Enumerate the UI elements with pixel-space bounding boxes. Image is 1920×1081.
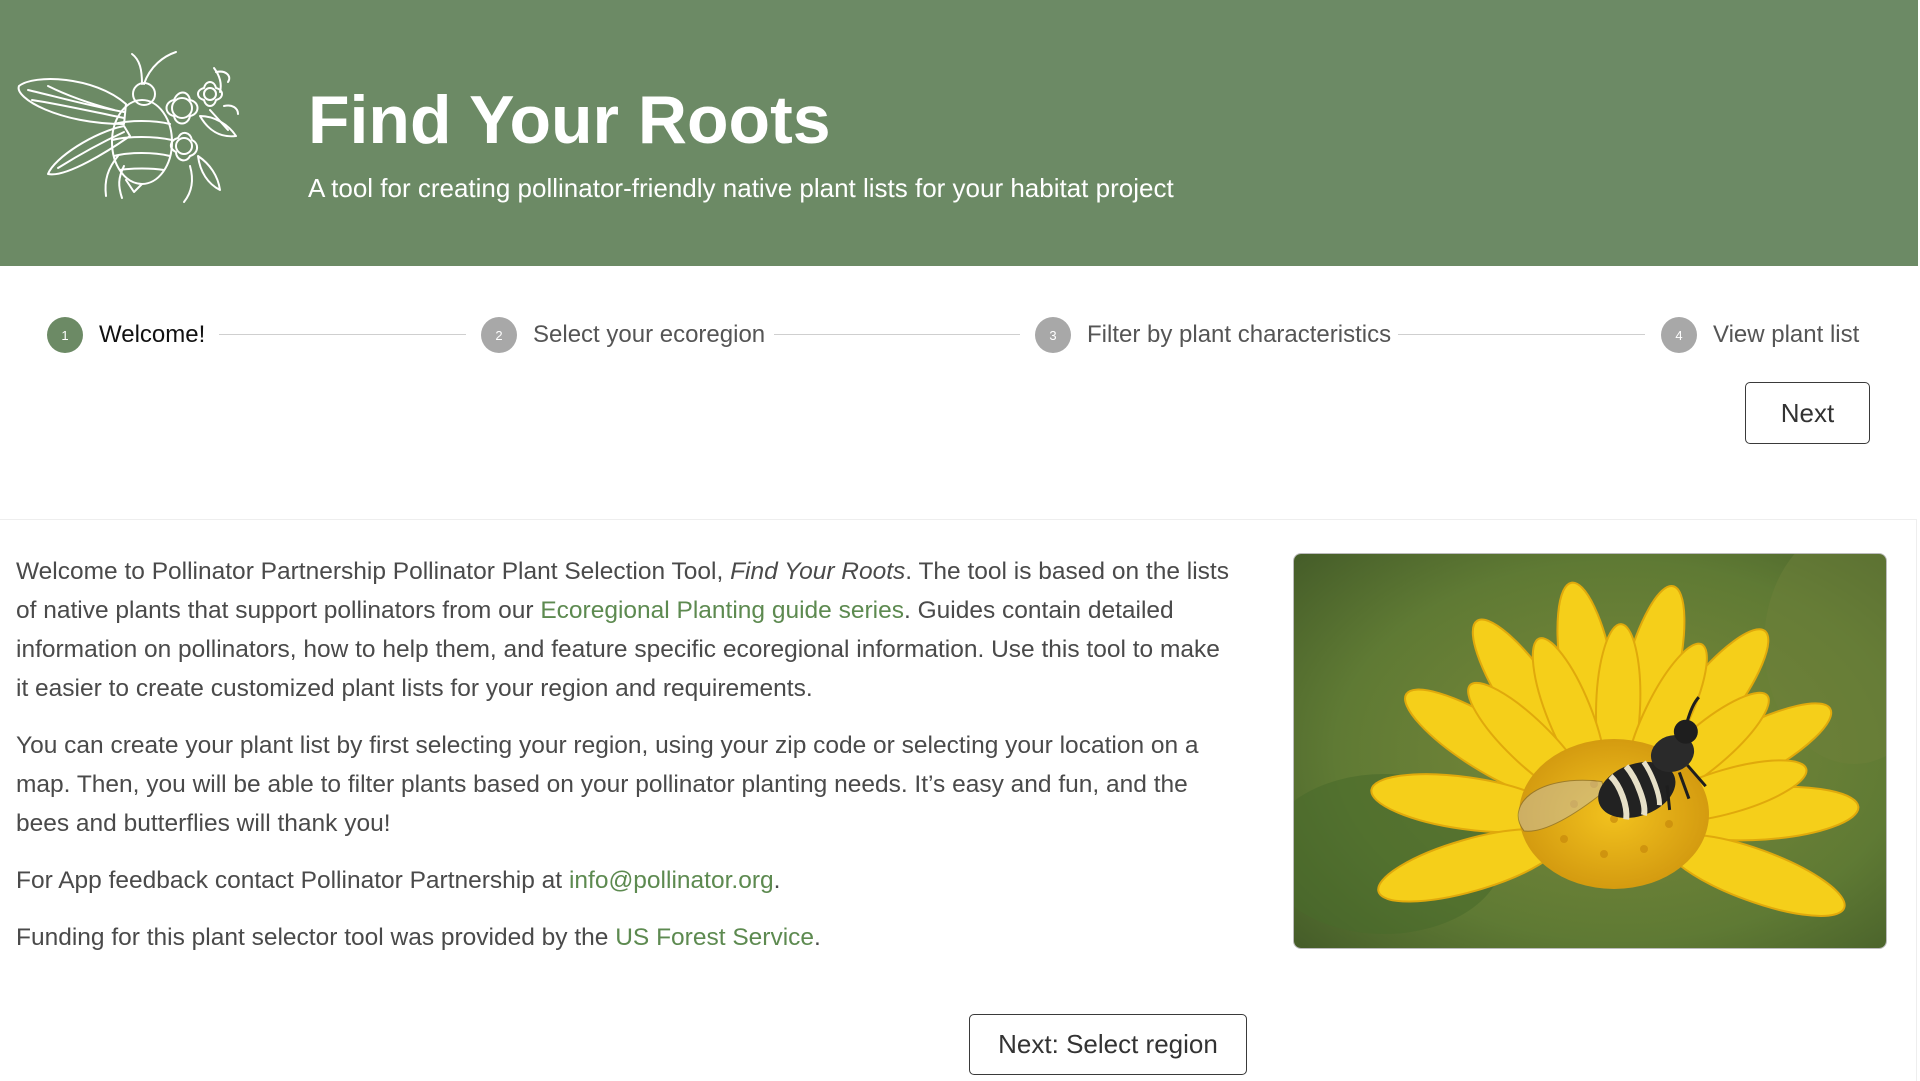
step-label: Filter by plant characteristics bbox=[1087, 321, 1392, 348]
forest-service-link[interactable]: US Forest Service bbox=[615, 924, 814, 951]
step-connector bbox=[1398, 334, 1645, 335]
tool-name: Find Your Roots bbox=[730, 558, 906, 585]
funding-paragraph: Funding for this plant selector tool was… bbox=[16, 918, 1236, 957]
intro-paragraph: Welcome to Pollinator Partnership Pollin… bbox=[16, 552, 1236, 708]
feedback-email-link[interactable]: info@pollinator.org bbox=[569, 867, 774, 894]
step-welcome[interactable]: 1 Welcome! bbox=[47, 310, 205, 360]
ecoregional-guide-link[interactable]: Ecoregional Planting guide series bbox=[540, 597, 904, 624]
page-title: Find Your Roots bbox=[308, 82, 831, 158]
step-filter-characteristics[interactable]: 3 Filter by plant characteristics bbox=[1035, 310, 1391, 360]
step-number-badge: 1 bbox=[47, 317, 83, 353]
step-label: View plant list bbox=[1713, 321, 1860, 348]
intro-text: Welcome to Pollinator Partnership Pollin… bbox=[16, 558, 731, 585]
step-label: Select your ecoregion bbox=[533, 321, 766, 348]
welcome-text: Welcome to Pollinator Partnership Pollin… bbox=[16, 552, 1236, 975]
step-number-badge: 4 bbox=[1661, 317, 1697, 353]
step-view-plant-list[interactable]: 4 View plant list bbox=[1661, 310, 1859, 360]
instructions-paragraph: You can create your plant list by first … bbox=[16, 732, 1199, 837]
step-connector bbox=[219, 334, 466, 335]
funding-text: . bbox=[814, 924, 821, 951]
step-number-badge: 3 bbox=[1035, 317, 1071, 353]
step-label: Welcome! bbox=[99, 321, 206, 348]
site-header: Find Your Roots A tool for creating poll… bbox=[0, 0, 1918, 266]
step-select-ecoregion[interactable]: 2 Select your ecoregion bbox=[481, 310, 765, 360]
bee-with-flowers-icon bbox=[14, 46, 244, 206]
step-connector bbox=[774, 334, 1020, 335]
funding-text: Funding for this plant selector tool was… bbox=[16, 924, 616, 951]
feedback-text: . bbox=[773, 867, 781, 894]
feedback-paragraph: For App feedback contact Pollinator Part… bbox=[16, 861, 1236, 900]
page-subtitle: A tool for creating pollinator-friendly … bbox=[308, 173, 1174, 203]
step-number-badge: 2 bbox=[481, 317, 517, 353]
feedback-text: For App feedback contact Pollinator Part… bbox=[16, 867, 569, 894]
bee-on-flower-photo bbox=[1293, 553, 1887, 949]
next-button[interactable]: Next bbox=[1745, 382, 1870, 444]
next-select-region-button[interactable]: Next: Select region bbox=[969, 1014, 1247, 1075]
progress-stepper: 1 Welcome! 2 Select your ecoregion 3 Fil… bbox=[0, 310, 1918, 360]
